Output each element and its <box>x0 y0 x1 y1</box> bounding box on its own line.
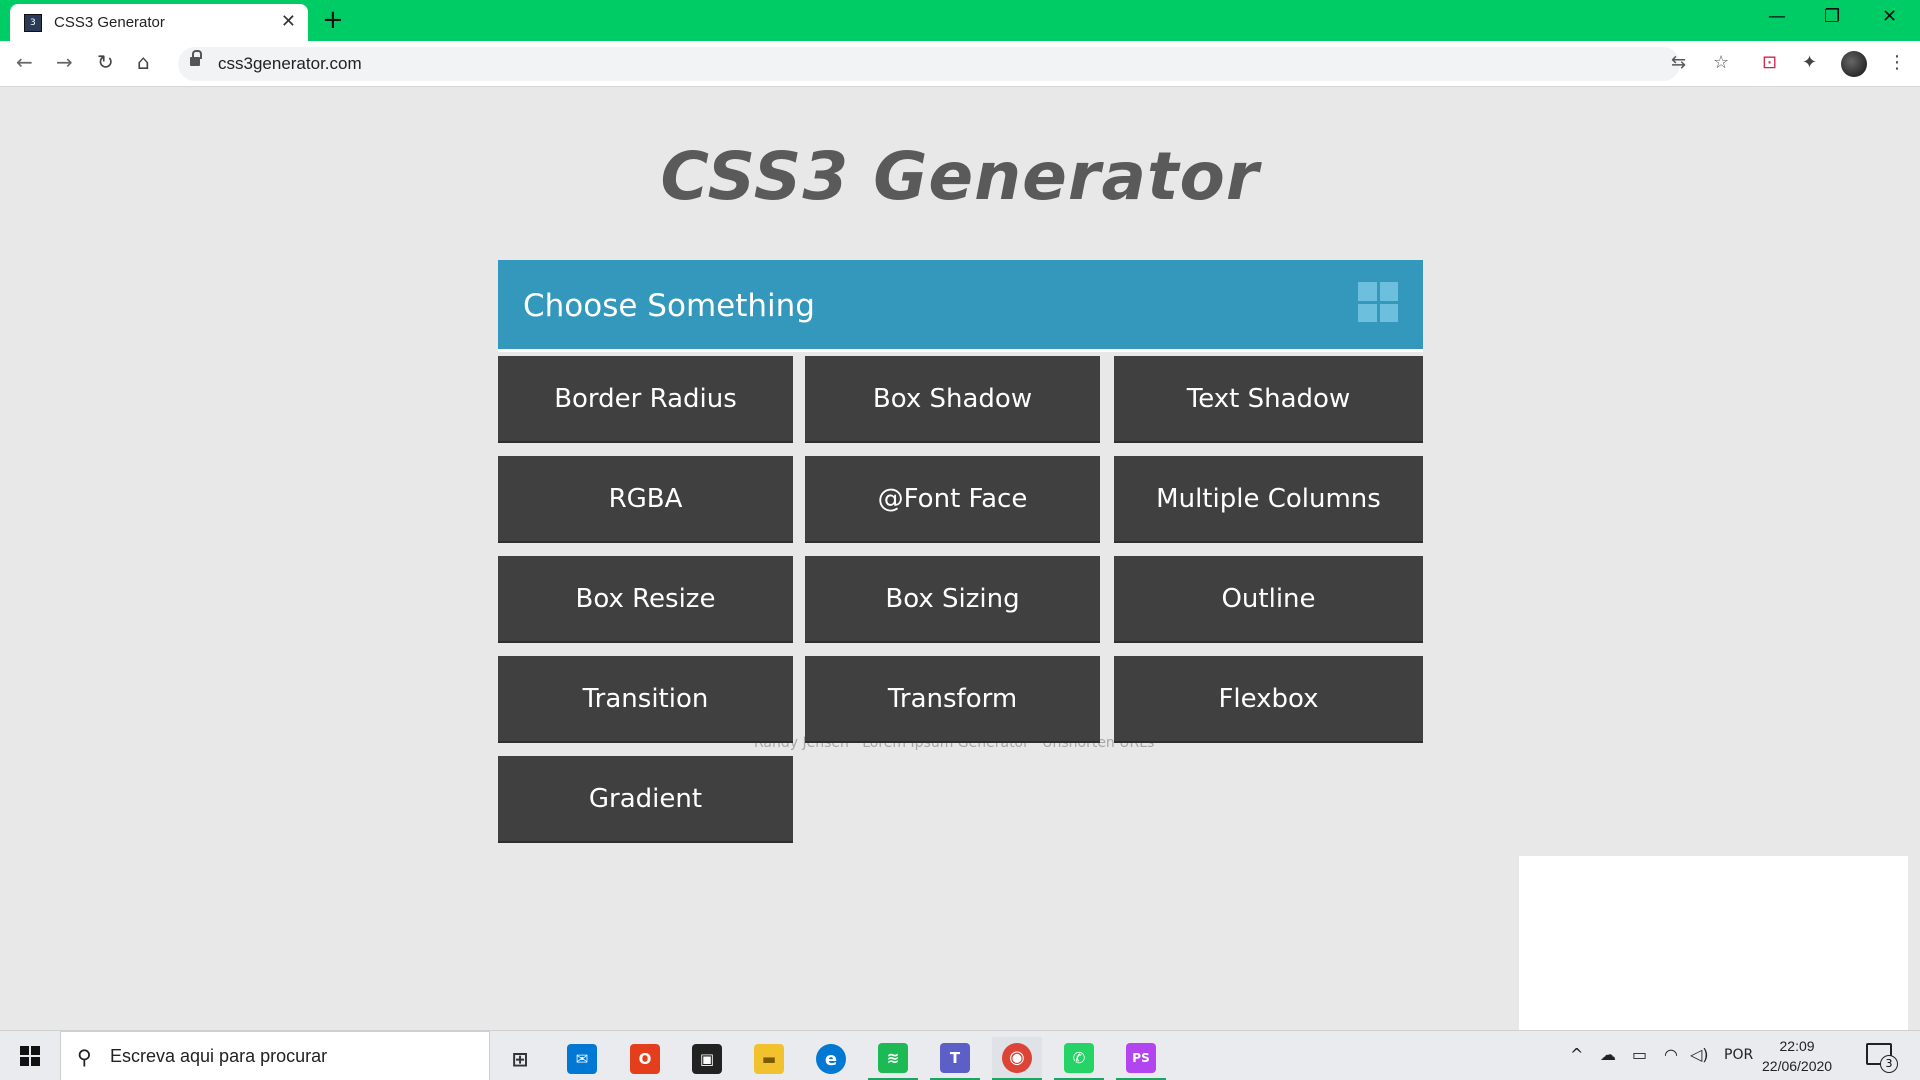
minimize-button[interactable]: — <box>1768 6 1786 27</box>
windows-start-icon[interactable] <box>20 1046 40 1066</box>
address-bar[interactable]: css3generator.com <box>178 47 1680 81</box>
search-icon: ⚲ <box>77 1045 92 1069</box>
browser-toolbar: ← → ↻ ⌂ css3generator.com ⇆ ☆ ⊡ ✦ ⋮ <box>0 41 1920 87</box>
translate-icon[interactable]: ⇆ <box>1671 52 1686 73</box>
panel-header-label: Choose Something <box>523 288 815 324</box>
office-app-icon[interactable]: O <box>620 1037 670 1080</box>
file-explorer-icon[interactable]: ▬ <box>744 1037 794 1080</box>
wifi-icon[interactable]: ◠ <box>1664 1045 1678 1064</box>
chrome-browser-icon[interactable]: ◉ <box>992 1037 1042 1080</box>
taskbar-clock[interactable]: 22:09 22/06/2020 <box>1762 1036 1832 1076</box>
browser-tab-strip: CSS3 Generator ✕ + — ❐ ✕ <box>0 0 1920 41</box>
tile-transform[interactable]: Transform <box>805 656 1100 743</box>
ad-placeholder <box>1519 856 1908 1030</box>
tile-gradient[interactable]: Gradient <box>498 756 793 843</box>
tile-border-radius[interactable]: Border Radius <box>498 356 793 443</box>
tile-outline[interactable]: Outline <box>1114 556 1423 643</box>
battery-icon[interactable]: ▭ <box>1632 1045 1647 1064</box>
tile-multiple-columns[interactable]: Multiple Columns <box>1114 456 1423 543</box>
windows-taskbar: ⚲ Escreva aqui para procurar ⊞ ✉ O ▣ ▬ e… <box>0 1030 1920 1080</box>
home-icon[interactable]: ⌂ <box>137 50 150 74</box>
forward-icon[interactable]: → <box>56 50 73 74</box>
clock-date: 22/06/2020 <box>1762 1058 1833 1074</box>
volume-icon[interactable]: ◁) <box>1690 1045 1709 1064</box>
tile-rgba[interactable]: RGBA <box>498 456 793 543</box>
onedrive-cloud-icon[interactable]: ☁ <box>1600 1045 1616 1064</box>
browser-tab[interactable]: CSS3 Generator ✕ <box>10 4 308 41</box>
show-hidden-icons-chevron-icon[interactable]: ^ <box>1570 1045 1583 1064</box>
store-app-icon[interactable]: ▣ <box>682 1037 732 1080</box>
close-window-button[interactable]: ✕ <box>1882 6 1897 27</box>
page-title: CSS3 Generator <box>660 138 1260 215</box>
lock-icon[interactable] <box>190 50 202 67</box>
notification-count-badge: 3 <box>1880 1055 1898 1073</box>
site-favicon-icon <box>24 14 42 32</box>
tile-text-shadow[interactable]: Text Shadow <box>1114 356 1423 443</box>
input-language-indicator[interactable]: POR <box>1724 1047 1753 1063</box>
clock-time: 22:09 <box>1779 1038 1815 1054</box>
tile-box-shadow[interactable]: Box Shadow <box>805 356 1100 443</box>
tab-close-icon[interactable]: ✕ <box>281 11 296 32</box>
maximize-button[interactable]: ❐ <box>1824 6 1840 27</box>
tile-font-face[interactable]: @Font Face <box>805 456 1100 543</box>
whatsapp-app-icon[interactable]: ✆ <box>1054 1037 1104 1080</box>
bookmark-star-icon[interactable]: ☆ <box>1713 52 1729 73</box>
taskbar-search-placeholder[interactable]: Escreva aqui para procurar <box>110 1046 327 1067</box>
tile-box-sizing[interactable]: Box Sizing <box>805 556 1100 643</box>
spotify-app-icon[interactable]: ≋ <box>868 1037 918 1080</box>
task-view-icon[interactable]: ⊞ <box>495 1037 545 1080</box>
back-icon[interactable]: ← <box>16 50 33 74</box>
mail-app-icon[interactable]: ✉ <box>557 1037 607 1080</box>
edge-browser-icon[interactable]: e <box>806 1037 856 1080</box>
reload-icon[interactable]: ↻ <box>97 50 114 74</box>
phpstorm-app-icon[interactable]: PS <box>1116 1037 1166 1080</box>
teams-app-icon[interactable]: T <box>930 1037 980 1080</box>
tile-transition[interactable]: Transition <box>498 656 793 743</box>
tile-box-resize[interactable]: Box Resize <box>498 556 793 643</box>
tile-flexbox[interactable]: Flexbox <box>1114 656 1423 743</box>
profile-avatar[interactable] <box>1841 51 1867 77</box>
taskbar-search-box[interactable]: ⚲ Escreva aqui para procurar <box>60 1031 490 1080</box>
grid-icon[interactable] <box>1358 282 1398 322</box>
pocket-extension-icon[interactable]: ⊡ <box>1762 52 1777 73</box>
browser-menu-icon[interactable]: ⋮ <box>1888 52 1906 73</box>
new-tab-button[interactable]: + <box>322 5 344 35</box>
choose-something-header: Choose Something <box>498 260 1423 352</box>
url-text[interactable]: css3generator.com <box>218 54 362 74</box>
tab-title: CSS3 Generator <box>54 14 165 31</box>
extensions-puzzle-icon[interactable]: ✦ <box>1802 52 1817 73</box>
